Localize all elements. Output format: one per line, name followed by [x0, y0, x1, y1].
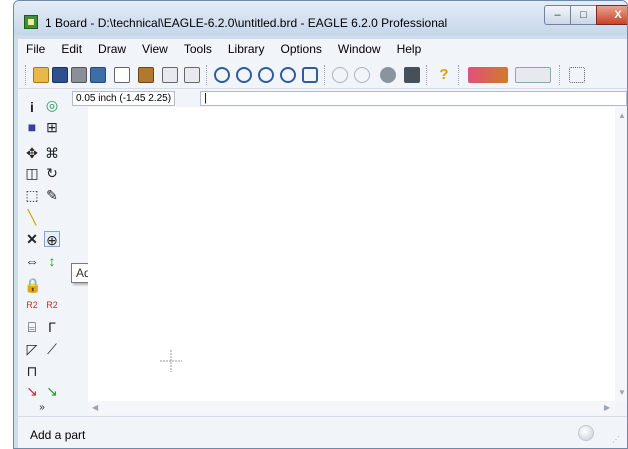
change-icon[interactable]: ✎ — [44, 187, 60, 203]
maximize-button[interactable]: □ — [570, 5, 597, 25]
grid-icon[interactable] — [569, 67, 585, 83]
paste-icon[interactable]: ╲ — [24, 209, 40, 225]
meander-icon[interactable]: ⊓ — [24, 363, 40, 379]
info-icon[interactable]: i — [24, 99, 40, 115]
menu-window[interactable]: Window — [330, 42, 389, 56]
pcb-quote-icon[interactable] — [515, 67, 551, 83]
canvas-svg — [160, 350, 182, 372]
split-icon[interactable]: ⇔ — [24, 253, 40, 269]
minimize-button[interactable]: – — [544, 5, 571, 25]
window-title: 1 Board - D:\technical\EAGLE-6.2.0\untit… — [45, 16, 448, 30]
library-icon[interactable] — [138, 67, 154, 83]
design-link-icon[interactable] — [468, 67, 508, 83]
zoom-in-icon[interactable] — [236, 67, 252, 83]
move-icon[interactable]: ✥ — [24, 145, 40, 161]
menu-library[interactable]: Library — [220, 42, 273, 56]
display-icon[interactable]: ■ — [24, 119, 40, 135]
zoom-fit-icon[interactable] — [214, 67, 230, 83]
command-input[interactable]: | — [200, 91, 627, 106]
vertical-scrollbar[interactable]: ▲ ▼ — [615, 107, 627, 402]
value-icon[interactable]: R2 — [24, 297, 40, 313]
menu-view[interactable]: View — [134, 42, 176, 56]
group-icon[interactable]: ⬚ — [24, 187, 40, 203]
mirror-icon[interactable]: ◫ — [24, 165, 40, 181]
main-toolbar: ? — [18, 59, 627, 89]
board-schematic-icon[interactable] — [114, 67, 130, 83]
rotate-icon[interactable]: ↻ — [44, 165, 60, 181]
route-icon[interactable]: ↘ — [24, 383, 40, 399]
menu-options[interactable]: Options — [273, 42, 330, 56]
wire-icon[interactable]: ⟋ — [44, 341, 60, 357]
menu-edit[interactable]: Edit — [53, 42, 90, 56]
go-icon[interactable] — [404, 67, 420, 83]
lock-icon[interactable]: 🔒 — [24, 277, 41, 293]
menu-draw[interactable]: Draw — [90, 42, 134, 56]
close-button[interactable]: X — [596, 5, 627, 25]
split-wire-icon[interactable]: ◸ — [24, 341, 40, 357]
optimize-icon[interactable]: ⌸ — [24, 319, 40, 335]
toolbar-separator — [458, 65, 459, 85]
title-bar[interactable]: 1 Board - D:\technical\EAGLE-6.2.0\untit… — [14, 1, 627, 35]
ulp-icon[interactable] — [184, 67, 200, 83]
smash-icon[interactable]: R2 — [44, 297, 60, 313]
miter-icon[interactable]: Γ — [44, 319, 60, 335]
show-icon[interactable]: ◎ — [44, 97, 60, 113]
zoom-select-icon[interactable] — [280, 67, 296, 83]
scroll-left-icon[interactable]: ◀ — [92, 403, 98, 412]
editor-area: i ◎ ■ ⊞ ✥ ⌘ ◫ ↻ ⬚ ✎ ╲ ✕ ⊕ ⇔ ↕ 🔒 R2 R2 ⌸ … — [18, 89, 627, 416]
save-icon[interactable] — [52, 67, 68, 83]
menu-bar: File Edit Draw View Tools Library Option… — [18, 39, 627, 59]
command-row: 0.05 inch (-1.45 2.25) | — [72, 89, 627, 107]
more-tools-icon[interactable]: » — [34, 400, 50, 416]
menu-file[interactable]: File — [18, 42, 53, 56]
redo-icon[interactable] — [354, 67, 370, 83]
script-icon[interactable] — [162, 67, 178, 83]
scroll-up-icon[interactable]: ▲ — [618, 111, 626, 120]
redraw-icon[interactable] — [302, 67, 318, 83]
eagle-window: 1 Board - D:\technical\EAGLE-6.2.0\untit… — [13, 0, 628, 449]
undo-icon[interactable] — [332, 67, 348, 83]
toolbar-separator — [324, 65, 325, 85]
toolbar-separator — [559, 65, 560, 85]
menu-help[interactable]: Help — [389, 42, 430, 56]
drawing-canvas[interactable] — [88, 107, 616, 402]
stop-icon[interactable] — [380, 67, 396, 83]
scroll-right-icon[interactable]: ▶ — [604, 403, 610, 412]
add-icon[interactable]: ⊕ — [44, 231, 60, 248]
mark-icon[interactable]: ⊞ — [44, 119, 60, 135]
status-bar: Add a part ⋰ — [18, 416, 627, 448]
status-text: Add a part — [30, 428, 86, 442]
toolbar-separator — [206, 65, 207, 85]
copy-icon[interactable]: ⌘ — [44, 145, 60, 161]
status-light-icon — [578, 425, 594, 441]
resize-grip-icon[interactable]: ⋰ — [612, 435, 624, 447]
cam-icon[interactable] — [90, 67, 106, 83]
scroll-down-icon[interactable]: ▼ — [618, 388, 626, 397]
ripup-icon[interactable]: ↘ — [44, 383, 60, 399]
name-icon[interactable]: ↕ — [44, 253, 60, 269]
toolbar-separator — [426, 65, 427, 85]
help-icon[interactable]: ? — [436, 67, 452, 83]
delete-icon[interactable]: ✕ — [24, 231, 40, 247]
open-icon[interactable] — [33, 67, 49, 83]
eagle-app-icon — [24, 15, 38, 29]
toolbar-separator — [25, 65, 26, 85]
print-icon[interactable] — [71, 67, 87, 83]
zoom-out-icon[interactable] — [258, 67, 274, 83]
coordinate-display: 0.05 inch (-1.45 2.25) — [72, 91, 176, 106]
command-toolbar: i ◎ ■ ⊞ ✥ ⌘ ◫ ↻ ⬚ ✎ ╲ ✕ ⊕ ⇔ ↕ 🔒 R2 R2 ⌸ … — [18, 89, 72, 416]
horizontal-scrollbar[interactable]: ◀ ▶ — [88, 401, 616, 415]
menu-tools[interactable]: Tools — [176, 42, 220, 56]
